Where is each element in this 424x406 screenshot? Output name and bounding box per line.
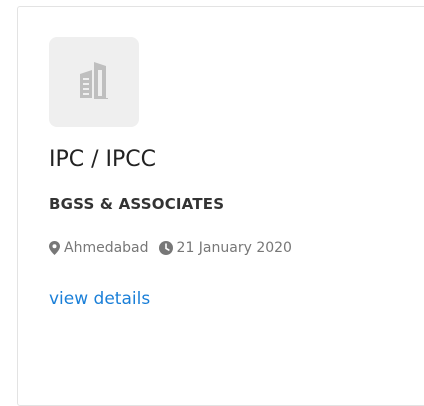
map-marker-icon <box>49 241 60 255</box>
location-text: Ahmedabad <box>64 240 149 256</box>
date-text: 21 January 2020 <box>176 240 292 256</box>
clock-icon <box>158 241 173 255</box>
company-name: BGSS & ASSOCIATES <box>49 195 225 213</box>
course-title: IPC / IPCC <box>49 147 156 172</box>
company-logo-placeholder <box>49 37 139 127</box>
view-details-link[interactable]: view details <box>49 289 150 309</box>
listing-meta: Ahmedabad 21 January 2020 <box>49 240 292 256</box>
listing-card: IPC / IPCC BGSS & ASSOCIATES Ahmedabad 2… <box>17 6 424 406</box>
building-icon <box>78 60 110 104</box>
